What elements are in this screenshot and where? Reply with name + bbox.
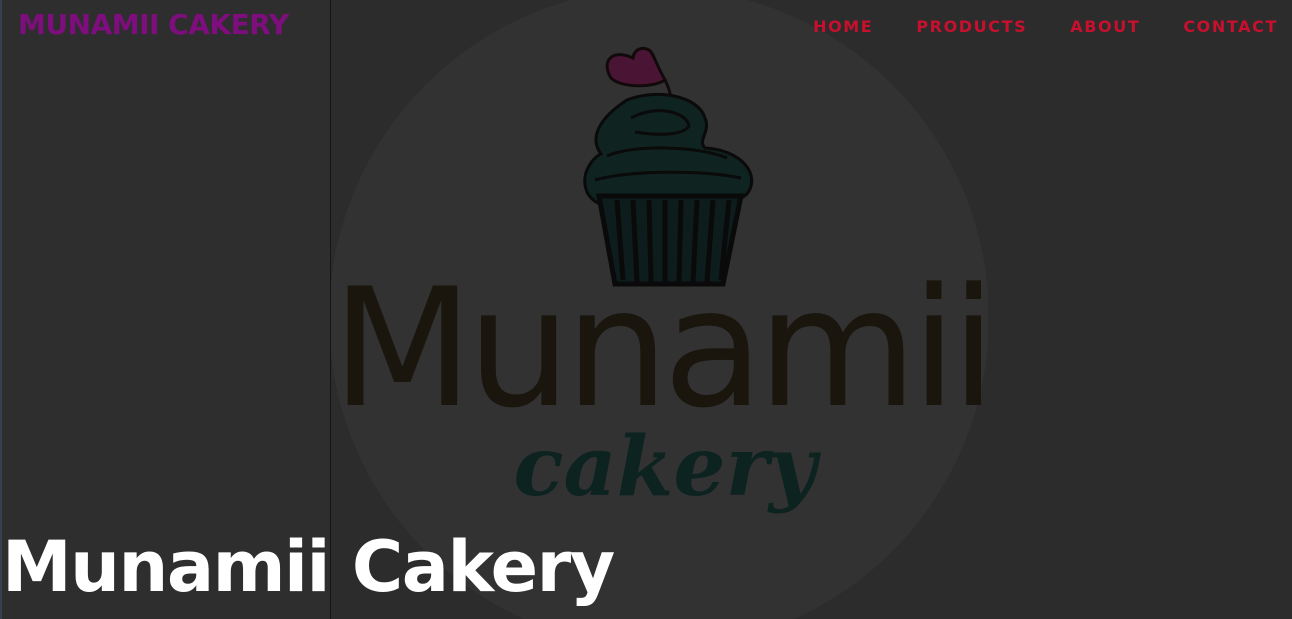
main-nav: HOME PRODUCTS ABOUT CONTACT: [813, 17, 1278, 36]
nav-about[interactable]: ABOUT: [1070, 17, 1140, 36]
hero-title: Munamii Cakery: [2, 526, 615, 608]
nav-products[interactable]: PRODUCTS: [916, 17, 1027, 36]
logo-wordmark-main: Munamii: [332, 253, 988, 444]
logo-wordmark-sub: cakery: [514, 419, 822, 515]
brand-logo-link[interactable]: MUNAMII CAKERY: [18, 8, 289, 41]
nav-home[interactable]: HOME: [813, 17, 873, 36]
right-panel: [988, 0, 1292, 619]
nav-contact[interactable]: CONTACT: [1183, 17, 1278, 36]
